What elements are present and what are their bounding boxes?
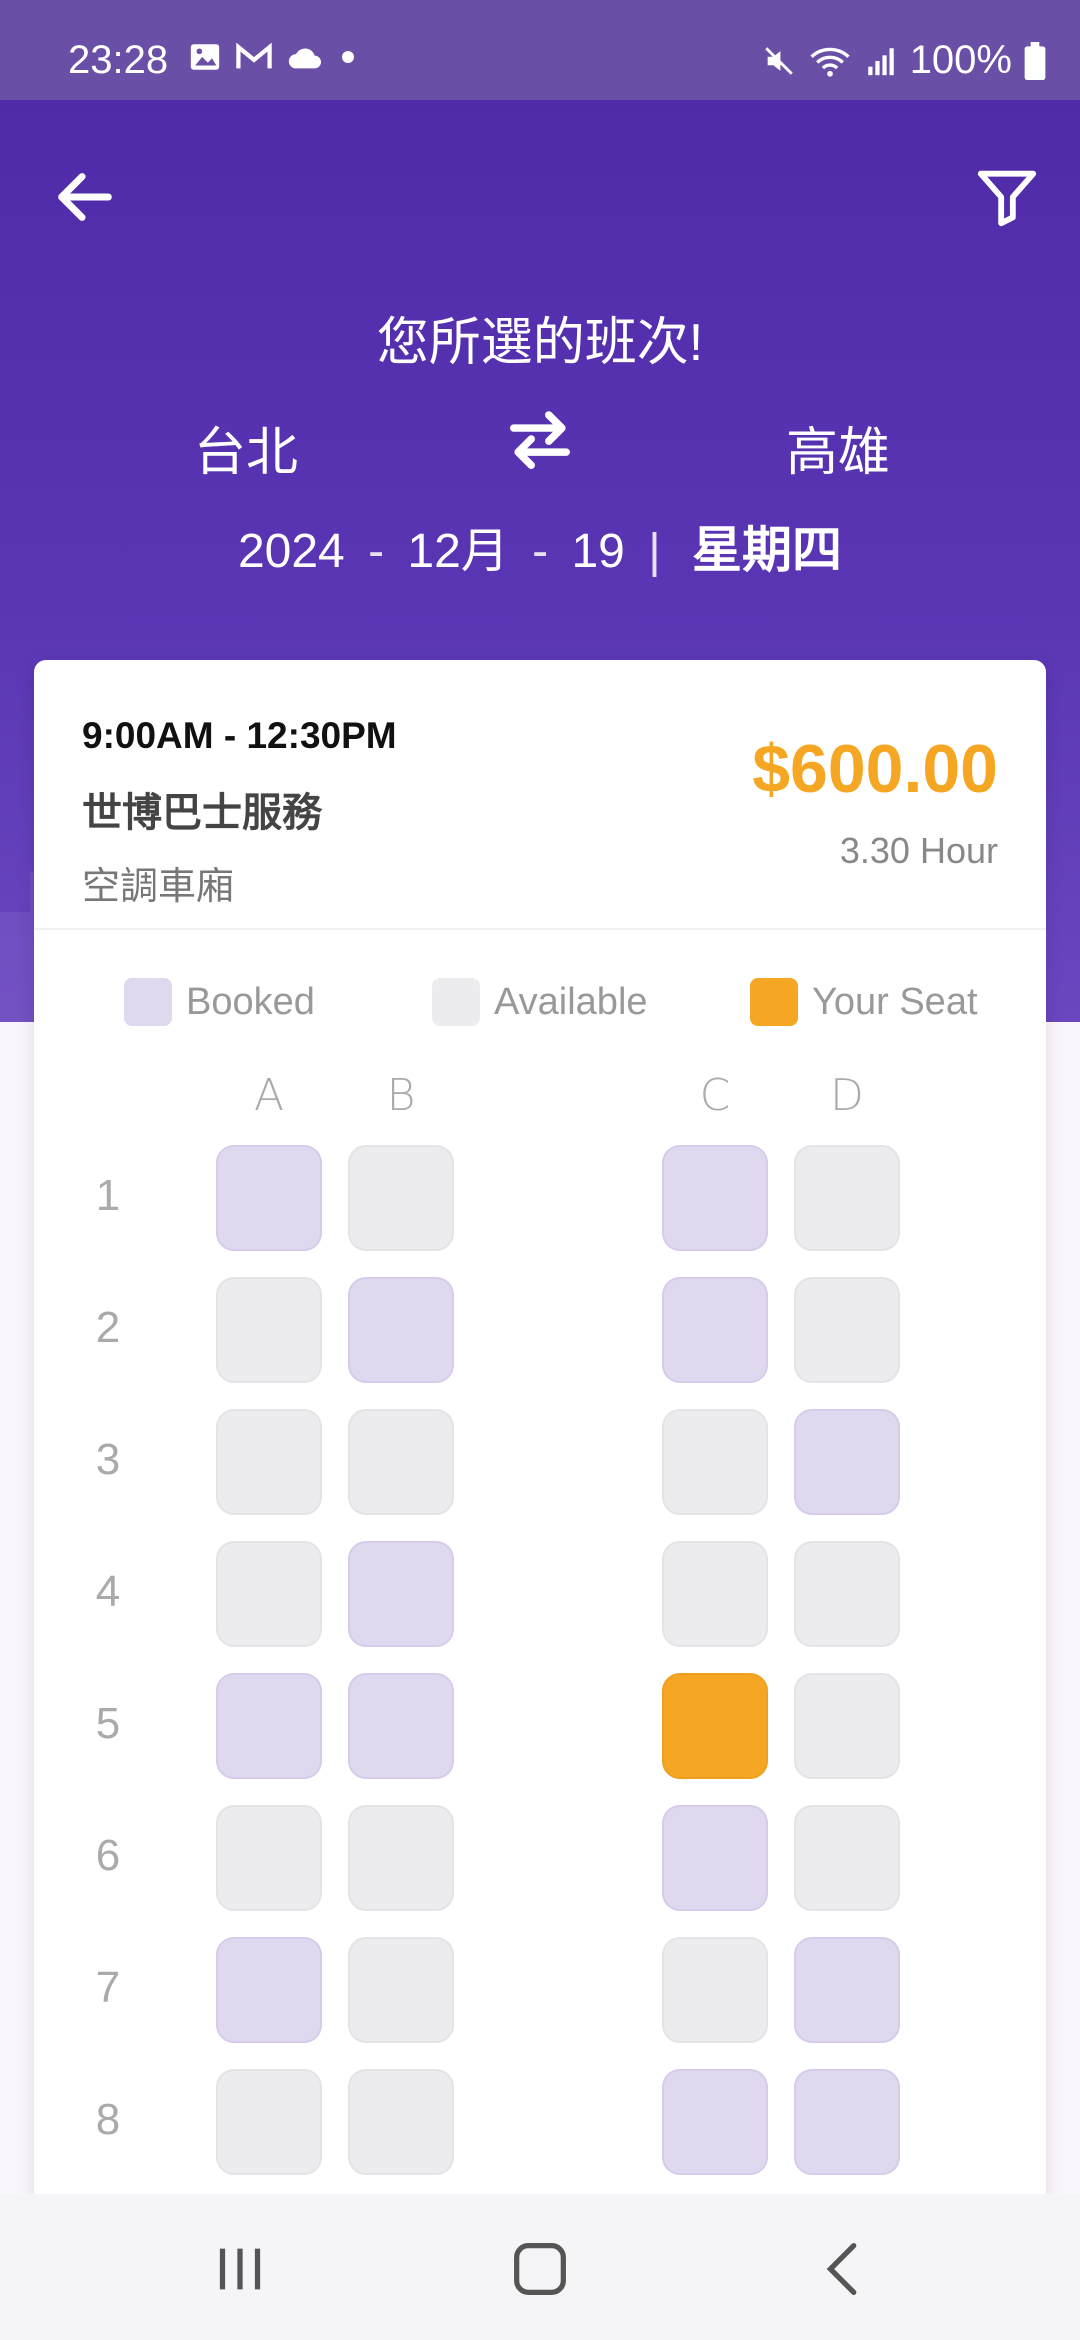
trip-duration: 3.30 Hour <box>839 830 998 871</box>
seat-5d[interactable] <box>794 1673 900 1779</box>
home-icon[interactable] <box>505 2234 575 2304</box>
seat-2b <box>348 1277 454 1383</box>
legend-available: Available <box>432 978 648 1026</box>
seat-6b[interactable] <box>348 1805 454 1911</box>
back-nav-icon[interactable] <box>810 2234 880 2304</box>
column-label-c: C <box>699 1070 731 1121</box>
seat-4a[interactable] <box>216 1541 322 1647</box>
row-label-3: 3 <box>95 1435 121 1484</box>
seat-4d[interactable] <box>794 1541 900 1647</box>
cloud-icon <box>288 48 321 69</box>
seat-8b[interactable] <box>348 2069 454 2175</box>
destination-city: 高雄 <box>786 424 891 482</box>
signal-icon <box>867 47 894 75</box>
route: 台北 高雄 <box>0 400 1080 482</box>
gmail-icon <box>236 42 272 69</box>
seat-legend: Booked Available Your Seat <box>34 978 1046 1038</box>
row-label-4: 4 <box>95 1567 121 1616</box>
travel-date: 2024 - 12月 - 19 | 星期四 <box>237 522 843 578</box>
filter-icon[interactable] <box>972 162 1042 232</box>
seat-3c[interactable] <box>662 1409 768 1515</box>
legend-your-seat: Your Seat <box>750 978 978 1026</box>
seat-5c[interactable] <box>662 1673 768 1779</box>
seat-3d <box>794 1409 900 1515</box>
system-icons: 100% <box>762 38 1046 83</box>
battery-icon <box>1024 41 1046 80</box>
seat-2c <box>662 1277 768 1383</box>
seat-4c[interactable] <box>662 1541 768 1647</box>
row-label-6: 6 <box>95 1831 121 1880</box>
row-label-8: 8 <box>95 2095 121 2144</box>
column-label-b: B <box>386 1070 416 1121</box>
notification-icons <box>188 40 358 74</box>
column-label-d: D <box>830 1070 864 1121</box>
date-month: 12月 <box>407 525 509 578</box>
dot-icon <box>342 51 354 63</box>
seat-3a[interactable] <box>216 1409 322 1515</box>
row-label-2: 2 <box>95 1303 121 1352</box>
seat-2d[interactable] <box>794 1277 900 1383</box>
seat-8a[interactable] <box>216 2069 322 2175</box>
seat-7c[interactable] <box>662 1937 768 2043</box>
status-time: 23:28 <box>68 38 169 82</box>
seat-1c <box>662 1145 768 1251</box>
mute-icon <box>764 46 793 75</box>
back-arrow-icon[interactable] <box>50 162 120 232</box>
ticket-price: $600.00 <box>752 731 998 807</box>
row-label-7: 7 <box>95 1963 121 2012</box>
column-label-a: A <box>253 1070 285 1121</box>
date-weekday: 星期四 <box>692 522 843 578</box>
recent-apps-icon[interactable] <box>205 2234 275 2304</box>
seat-1d[interactable] <box>794 1145 900 1251</box>
date-day: 19 <box>571 525 625 578</box>
trip-card: 9:00AM - 12:30PM 世博巴士服務 空調車廂 $600.00 3.3… <box>34 660 1046 2280</box>
battery-percent: 100% <box>909 38 1012 82</box>
seat-8c <box>662 2069 768 2175</box>
legend-swatch-mine <box>750 978 798 1026</box>
row-label-1: 1 <box>95 1171 121 1220</box>
legend-swatch-available <box>432 978 480 1026</box>
seat-5b <box>348 1673 454 1779</box>
cabin-type: 空調車廂 <box>82 866 235 908</box>
seat-5a <box>216 1673 322 1779</box>
wifi-icon <box>810 47 850 77</box>
seat-7d <box>794 1937 900 2043</box>
seat-1b[interactable] <box>348 1145 454 1251</box>
seat-6d[interactable] <box>794 1805 900 1911</box>
date-year: 2024 <box>237 525 345 578</box>
legend-swatch-booked <box>124 978 172 1026</box>
divider <box>34 928 1046 930</box>
row-label-5: 5 <box>95 1699 121 1748</box>
legend-label: Available <box>494 980 648 1023</box>
seat-8d <box>794 2069 900 2175</box>
seat-3b[interactable] <box>348 1409 454 1515</box>
gallery-icon <box>190 44 220 70</box>
origin-city: 台北 <box>194 424 299 482</box>
seat-7b[interactable] <box>348 1937 454 2043</box>
seat-6a[interactable] <box>216 1805 322 1911</box>
seat-4b <box>348 1541 454 1647</box>
departure-time-range: 9:00AM - 12:30PM <box>82 715 397 756</box>
legend-booked: Booked <box>124 978 315 1026</box>
legend-label: Booked <box>186 980 315 1023</box>
legend-label: Your Seat <box>812 980 978 1023</box>
seat-2a[interactable] <box>216 1277 322 1383</box>
swap-arrows-icon[interactable] <box>505 408 575 470</box>
page-title: 您所選的班次! <box>376 314 704 372</box>
bus-operator: 世博巴士服務 <box>82 791 322 835</box>
seat-7a <box>216 1937 322 2043</box>
seat-6c <box>662 1805 768 1911</box>
status-bar: 23:28 100% <box>0 0 1080 100</box>
seat-1a <box>216 1145 322 1251</box>
system-nav-bar <box>0 2194 1080 2340</box>
